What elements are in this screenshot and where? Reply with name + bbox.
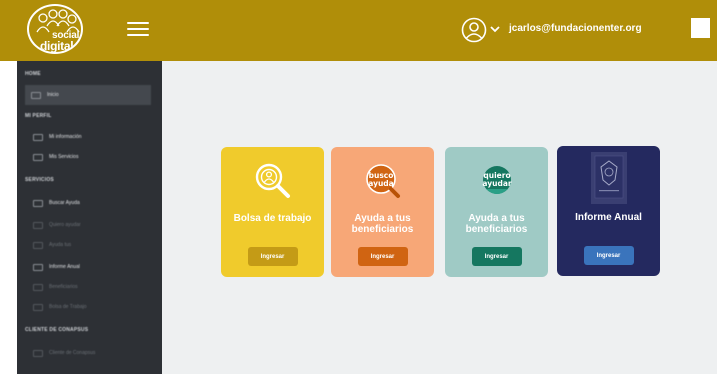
sidebar-item-buscar-ayuda[interactable]: Buscar Ayuda [27,193,151,213]
home-icon [31,91,41,99]
card-informe-anual[interactable]: Informe Anual Ingresar [557,146,660,276]
sidebar-item-label: Buscar Ayuda [49,200,80,206]
sidebar-item-cliente[interactable]: Cliente de Conapsus [27,343,151,363]
sidebar-item-label: Cliente de Conapsus [49,350,96,356]
card-title: Ayuda a tus beneficiarios [351,213,414,235]
logo-text-digital: digital [40,39,74,53]
client-icon [33,349,43,357]
card-busco-ayuda[interactable]: busco ayuda Ayuda a tus beneficiarios In… [331,147,434,277]
ingresar-button[interactable]: Ingresar [247,247,298,266]
sidebar-item-label: Bolsa de Trabajo [49,304,87,310]
card-title: Bolsa de trabajo [233,213,312,224]
sidebar-item-label: Quiero ayudar [49,222,81,228]
sidebar-item-label: Beneficiarios [49,284,78,290]
report-cover-icon [579,152,639,209]
heart-icon [33,241,43,249]
user-avatar-icon[interactable] [461,17,487,43]
sidebar-item-label: Mis Servicios [49,154,79,160]
group-icon [33,283,43,291]
sidebar-item-mis-servicios[interactable]: Mis Servicios [27,147,151,167]
search-icon [33,199,43,207]
sidebar-item-informe-anual[interactable]: Informe Anual [27,257,151,277]
icon-text-ayuda: ayuda [368,179,394,188]
sidebar-section-profile: MI PERFIL [25,113,52,119]
sidebar-item-label: Mi información [49,134,82,140]
ingresar-button[interactable]: Ingresar [357,247,408,266]
quiero-ayudar-icon: quiero ayudar [474,159,520,210]
sidebar-item-mi-informacion[interactable]: Mi información [27,127,151,147]
hand-icon [33,221,43,229]
busco-ayuda-icon: busco ayuda [360,159,406,210]
sidebar-section-home: HOME [25,71,41,77]
card-title: Ayuda a tus beneficiarios [465,213,528,235]
sidebar-item-quiero-ayudar[interactable]: Quiero ayudar [27,215,151,235]
sidebar-item-label: Ayuda tus [49,242,72,248]
hamburger-menu-icon[interactable] [127,22,149,38]
sidebar-item-label: Informe Anual [49,264,80,270]
sidebar-item-bolsa-trabajo[interactable]: Bolsa de Trabajo [27,297,151,317]
briefcase-icon [33,303,43,311]
chevron-down-icon[interactable] [489,24,501,34]
header-square-button[interactable] [691,18,710,38]
sidebar-section-services: SERVICIOS [25,177,54,183]
ingresar-button[interactable]: Ingresar [583,246,634,265]
sidebar-section-client: CLIENTE DE CONAPSUS [25,327,89,333]
sidebar-item-inicio[interactable]: Inicio [25,85,151,105]
card-title: Informe Anual [575,212,642,223]
user-icon [33,133,43,141]
icon-text-ayudar: ayudar [482,179,511,188]
sidebar-item-beneficiarios[interactable]: Beneficiarios [27,277,151,297]
top-header: social digital jcarlos@fundacionenter.or… [0,0,717,61]
sidebar-item-ayuda-tus[interactable]: Ayuda tus [27,235,151,255]
magnifier-person-icon [250,159,296,210]
user-email[interactable]: jcarlos@fundacionenter.org [509,23,642,34]
card-bolsa-de-trabajo[interactable]: Bolsa de trabajo Ingresar [221,147,324,277]
social-digital-logo[interactable]: social digital [27,4,83,54]
sidebar-item-label: Inicio [47,92,59,98]
report-icon [33,263,43,271]
card-quiero-ayudar[interactable]: quiero ayudar Ayuda a tus beneficiarios … [445,147,548,277]
sidebar: HOME Inicio MI PERFIL Mi información Mis… [17,61,162,374]
list-icon [33,153,43,161]
ingresar-button[interactable]: Ingresar [471,247,522,266]
